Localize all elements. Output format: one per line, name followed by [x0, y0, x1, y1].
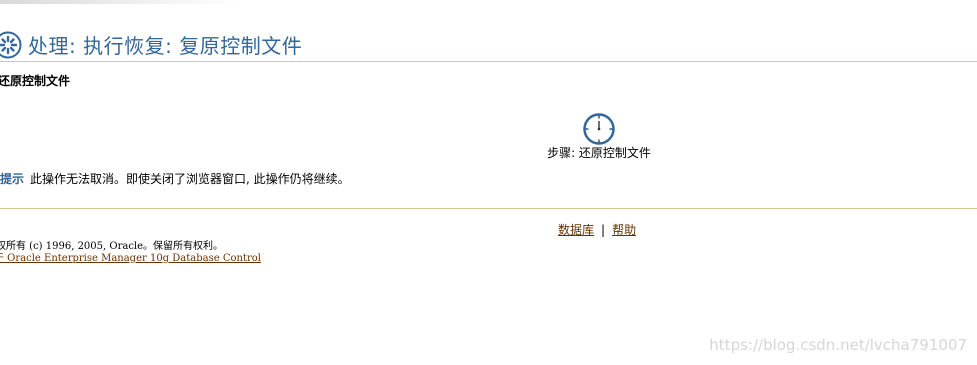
tip-message: 提示 此操作无法取消。即使关闭了浏览器窗口, 此操作仍将继续。	[0, 170, 350, 187]
tip-text: 此操作无法取消。即使关闭了浏览器窗口, 此操作仍将继续。	[30, 172, 350, 186]
top-decoration-strip	[0, 0, 240, 4]
watermark-text: https://blog.csdn.net/lvcha791007	[709, 336, 967, 354]
section-heading: 还原控制文件	[0, 74, 71, 88]
page-header: 处理: 执行恢复: 复原控制文件	[0, 30, 302, 59]
progress-indicator: 步骤: 还原控制文件	[540, 112, 658, 161]
about-enterprise-manager-link[interactable]: 于 Oracle Enterprise Manager 10g Database…	[0, 249, 261, 264]
processing-icon	[0, 31, 22, 58]
title-divider	[0, 61, 977, 62]
footer-links: 数据库 | 帮助	[558, 221, 636, 238]
progress-step-label: 步骤: 还原控制文件	[547, 146, 651, 160]
tip-label: 提示	[0, 172, 25, 186]
footer-separator: |	[601, 223, 606, 237]
clock-icon	[583, 113, 615, 145]
page-title: 处理: 执行恢复: 复原控制文件	[28, 34, 303, 58]
footer-divider	[0, 208, 977, 209]
database-link[interactable]: 数据库	[558, 223, 594, 237]
help-link[interactable]: 帮助	[612, 223, 636, 237]
